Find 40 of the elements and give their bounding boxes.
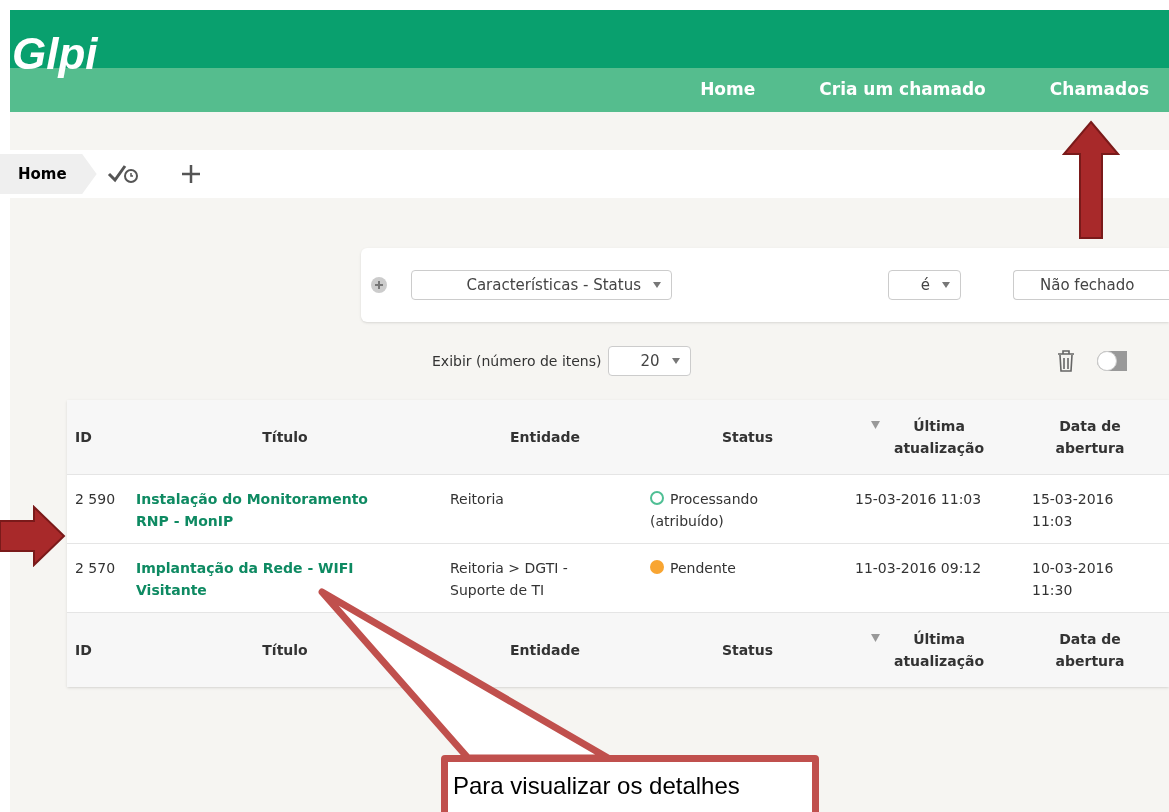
caret-icon: [942, 282, 950, 288]
column-header[interactable]: Última atualização: [884, 415, 994, 459]
column-header[interactable]: Data de abertura: [1035, 415, 1145, 459]
display-label: Exibir (número de itens): [432, 351, 602, 371]
toggle-switch[interactable]: [1096, 351, 1127, 371]
status-text: Processando (atribuído): [650, 490, 759, 531]
operator-select[interactable]: é: [888, 270, 961, 300]
ticket-link[interactable]: Instalação do Monitoramento RNP - MonIP: [136, 488, 400, 532]
table-cell-text: 2 570: [74, 559, 117, 578]
value-select[interactable]: Não fechado: [1013, 270, 1169, 300]
check-clock-icon[interactable]: [106, 164, 141, 184]
status-text: Pendente: [650, 557, 795, 579]
column-header[interactable]: Entidade: [510, 426, 580, 448]
trash-icon[interactable]: [1056, 350, 1075, 372]
column-header[interactable]: ID: [75, 639, 92, 661]
column-header[interactable]: Última atualização: [884, 628, 994, 672]
ticket-link[interactable]: Implantação da Rede - WIFI Visitante: [136, 557, 400, 601]
column-header[interactable]: Status: [721, 426, 774, 448]
add-criterion-icon[interactable]: [371, 277, 387, 293]
callout-box: Para visualizar os detalhes: [441, 755, 819, 812]
plus-icon[interactable]: [180, 164, 201, 184]
breadcrumb-item[interactable]: Home: [0, 154, 97, 194]
column-header[interactable]: Título: [262, 426, 308, 448]
column-header[interactable]: Data de abertura: [1035, 628, 1145, 672]
column-header[interactable]: Título: [262, 639, 308, 661]
table-cell-text: 15-03-2016 11:03: [1031, 490, 1115, 531]
column-header[interactable]: Status: [721, 639, 774, 661]
table-cell-text: Reitoria > DGTI - Suporte de TI: [450, 559, 569, 600]
column-header[interactable]: Entidade: [510, 639, 580, 661]
caret-icon: [653, 282, 661, 288]
table-cell-text: 15-03-2016 11:03: [854, 490, 983, 509]
table-cell-text: 10-03-2016 11:30: [1031, 559, 1115, 600]
column-header[interactable]: ID: [75, 426, 92, 448]
right-arrow: [0, 505, 66, 567]
items-select[interactable]: 20: [607, 346, 691, 376]
table-cell-text: 2 590: [74, 490, 117, 509]
field-select[interactable]: Características - Status: [411, 270, 672, 300]
table-cell-text: 11-03-2016 09:12: [854, 559, 983, 578]
table-cell-text: Reitoria: [450, 490, 505, 509]
caret-icon: [671, 358, 680, 364]
